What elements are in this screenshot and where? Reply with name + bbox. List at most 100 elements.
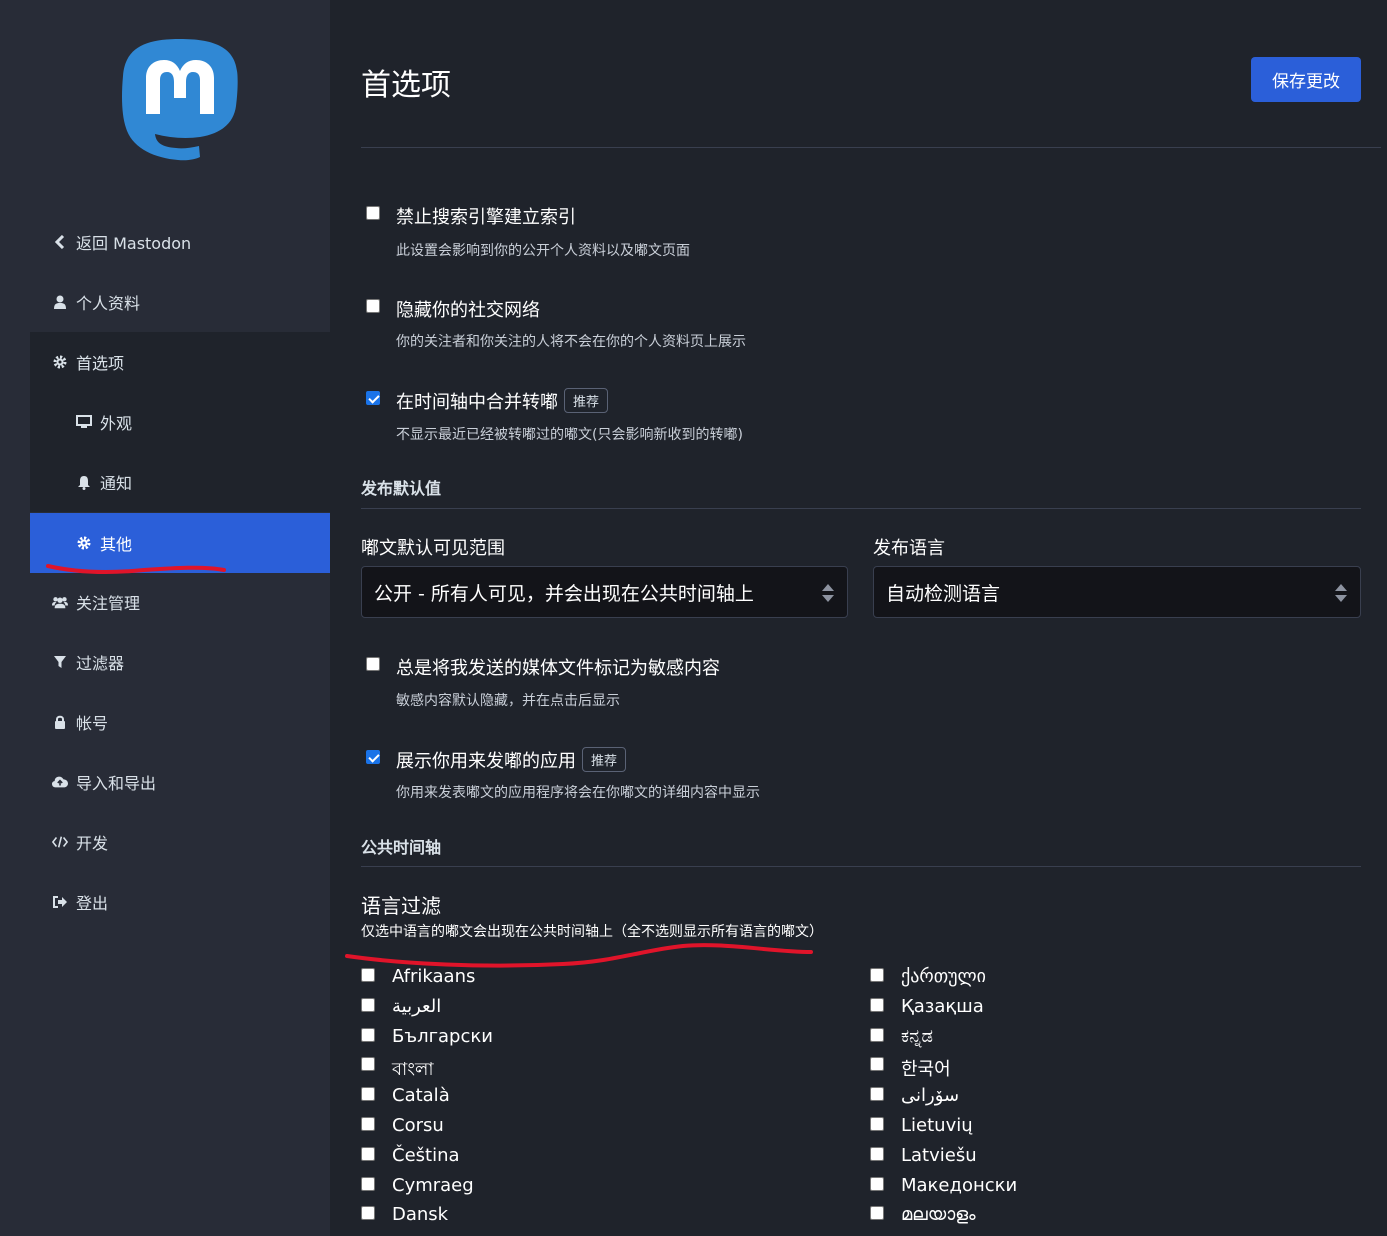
users-icon [52, 595, 68, 609]
setting-hint: 敏感内容默认隐藏，并在点击后显示 [396, 693, 620, 709]
sidebar-item-label: 帐号 [76, 714, 109, 733]
language-label[interactable]: Dansk [392, 1204, 448, 1225]
sidebar-item-label: 通知 [100, 474, 133, 493]
sidebar-item-label: 外观 [100, 414, 133, 433]
user-icon [52, 295, 68, 309]
language-label[interactable]: Қазақша [901, 996, 984, 1017]
language-checkbox[interactable] [361, 1057, 375, 1072]
sensitive-checkbox[interactable] [366, 657, 380, 671]
language-filter-title: 语言过滤 [361, 894, 441, 918]
sidebar-item-label: 个人资料 [76, 294, 141, 313]
setting-label[interactable]: 展示你用来发嘟的应用 推荐 [396, 747, 627, 773]
hide-network-checkbox[interactable] [366, 299, 380, 313]
sidebar-item-label: 返回 Mastodon [76, 234, 192, 253]
sidebar-item-label: 关注管理 [76, 594, 141, 613]
language-checkbox[interactable] [870, 1206, 884, 1221]
sidebar-item-profile[interactable]: 个人资料 [0, 272, 330, 332]
language-label[interactable]: Corsu [392, 1115, 444, 1136]
language-label[interactable]: Čeština [392, 1145, 460, 1166]
cloud-upload-icon [52, 775, 68, 789]
setting-label[interactable]: 在时间轴中合并转嘟 推荐 [396, 388, 609, 414]
sidebar-item-label: 首选项 [76, 354, 125, 373]
language-checkbox[interactable] [870, 1117, 884, 1131]
language-checkbox[interactable] [870, 1176, 884, 1191]
setting-hint: 不显示最近已经被转嘟过的嘟文(只会影响新收到的转嘟) [396, 427, 743, 443]
sidebar-item-notifications[interactable]: 通知 [30, 452, 330, 512]
desktop-icon [76, 415, 92, 429]
setting-label[interactable]: 总是将我发送的媒体文件标记为敏感内容 [396, 654, 720, 680]
language-checkbox[interactable] [870, 1057, 884, 1072]
divider [361, 508, 1361, 509]
language-label[interactable]: Български [392, 1026, 493, 1047]
sidebar-item-label: 登出 [76, 894, 109, 913]
public-timelines-title: 公共时间轴 [361, 838, 442, 857]
select-arrows-icon [822, 584, 834, 602]
setting-label-text: 在时间轴中合并转嘟 [396, 392, 558, 413]
divider [361, 147, 1381, 148]
sidebar-item-appearance[interactable]: 外观 [30, 392, 330, 452]
visibility-select[interactable]: 公开 - 所有人可见，并会出现在公共时间轴上 [361, 566, 848, 618]
save-button[interactable]: 保存更改 [1251, 57, 1361, 102]
sidebar-item-label: 导入和导出 [76, 774, 157, 793]
language-checkbox[interactable] [361, 1117, 375, 1131]
language-label[interactable]: Afrikaans [392, 966, 475, 987]
language-select[interactable]: 自动检测语言 [873, 566, 1361, 618]
language-label[interactable]: Македонски [901, 1175, 1017, 1196]
recommended-badge: 推荐 [582, 747, 627, 772]
sidebar-item-filters[interactable]: 过滤器 [0, 632, 330, 692]
sidebar-item-logout[interactable]: 登出 [0, 872, 330, 932]
sidebar-item-account[interactable]: 帐号 [0, 692, 330, 752]
show-application-checkbox[interactable] [366, 750, 380, 764]
lock-icon [52, 715, 68, 729]
language-checkbox[interactable] [361, 1087, 375, 1102]
language-checkbox[interactable] [361, 1206, 375, 1221]
setting-label[interactable]: 禁止搜索引擎建立索引 [396, 203, 576, 229]
language-label[interactable]: ქართული [901, 966, 986, 987]
language-label[interactable]: മലയാളം [901, 1204, 976, 1225]
language-label[interactable]: ಕನ್ನಡ [901, 1026, 933, 1047]
language-label[interactable]: العربية [392, 996, 441, 1017]
language-label[interactable]: Latviešu [901, 1145, 977, 1166]
language-label[interactable]: Lietuvių [901, 1115, 973, 1136]
sidebar-item-preferences[interactable]: 首选项 [30, 332, 330, 392]
language-checkbox[interactable] [361, 968, 375, 982]
language-checkbox[interactable] [361, 1176, 375, 1191]
recommended-badge: 推荐 [564, 388, 609, 413]
noindex-checkbox[interactable] [366, 206, 380, 220]
chevron-left-icon [52, 235, 68, 249]
language-checkbox[interactable] [870, 968, 884, 982]
language-checkbox[interactable] [870, 1146, 884, 1161]
divider [361, 866, 1361, 867]
language-checkbox[interactable] [870, 1087, 884, 1102]
language-label[interactable]: 한국어 [901, 1055, 951, 1081]
language-checkbox[interactable] [870, 997, 884, 1012]
annotation-underline [46, 564, 226, 575]
page-title: 首选项 [361, 68, 451, 103]
aggregate-reblogs-checkbox[interactable] [366, 391, 380, 405]
mastodon-logo[interactable] [120, 36, 240, 166]
language-checkbox[interactable] [361, 1146, 375, 1161]
gear-icon [52, 355, 68, 369]
sidebar-item-label: 其他 [100, 535, 133, 554]
setting-hint: 此设置会影响到你的公开个人资料以及嘟文页面 [396, 243, 690, 259]
setting-label[interactable]: 隐藏你的社交网络 [396, 296, 540, 322]
language-label[interactable]: Català [392, 1085, 450, 1106]
sidebar-item-development[interactable]: 开发 [0, 812, 330, 872]
sidebar-item-label: 过滤器 [76, 654, 125, 673]
visibility-value: 公开 - 所有人可见，并会出现在公共时间轴上 [374, 582, 754, 605]
language-label[interactable]: বাংলা [392, 1055, 434, 1086]
sidebar-item-import-export[interactable]: 导入和导出 [0, 752, 330, 812]
filter-icon [52, 655, 68, 669]
language-checkbox[interactable] [361, 997, 375, 1012]
language-checkbox[interactable] [361, 1027, 375, 1042]
language-label[interactable]: Cymraeg [392, 1175, 474, 1196]
sidebar-item-relationships[interactable]: 关注管理 [0, 572, 330, 632]
language-label: 发布语言 [873, 538, 945, 559]
language-label[interactable]: سۆرانی [901, 1085, 959, 1106]
setting-label-text: 展示你用来发嘟的应用 [396, 751, 576, 772]
setting-hint: 你用来发表嘟文的应用程序将会在你嘟文的详细内容中显示 [396, 785, 760, 801]
sidebar: 返回 Mastodon 个人资料 首选项 外观 通知 其他 关注管理 过滤器 帐… [0, 0, 330, 1236]
language-checkbox[interactable] [870, 1027, 884, 1042]
language-value: 自动检测语言 [886, 582, 1001, 605]
sidebar-item-back[interactable]: 返回 Mastodon [0, 212, 330, 272]
